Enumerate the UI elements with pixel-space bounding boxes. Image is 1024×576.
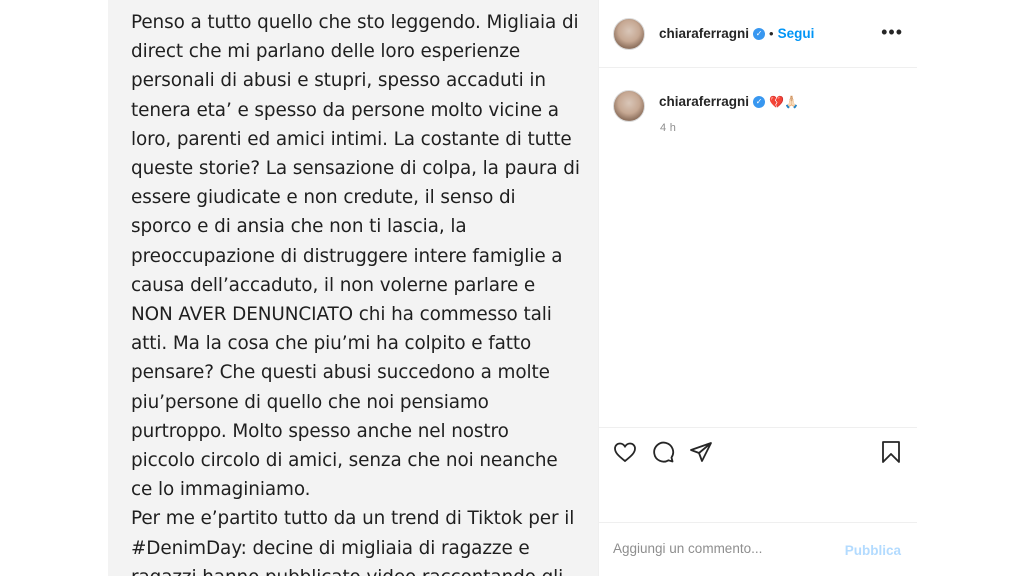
post-text-line: ce lo immaginiamo. bbox=[131, 479, 311, 501]
post-text-line: preoccupazione di distruggere intere fam… bbox=[131, 245, 563, 267]
post-image[interactable]: Penso a tutto quello che sto leggendo. M… bbox=[108, 0, 598, 576]
post-text-line: #DenimDay: decine di migliaia di ragazze… bbox=[131, 537, 530, 559]
post-text-line: queste storie? La sensazione di colpa, l… bbox=[131, 158, 580, 180]
post-text-line: atti. Ma la cosa che piu’mi ha colpito e… bbox=[131, 333, 532, 355]
post-text-line: Per me e’partito tutto da un trend di Ti… bbox=[131, 508, 575, 530]
comment-bar: Pubblica bbox=[599, 522, 917, 576]
bookmark-icon[interactable] bbox=[879, 440, 903, 464]
post-text-line: piccolo circolo di amici, senza che noi … bbox=[131, 450, 558, 472]
post-text-line: essere giudicate e non credute, il senso… bbox=[131, 187, 516, 209]
action-bar bbox=[599, 427, 917, 472]
post-text-line: ragazzi hanno pubblicato video raccontan… bbox=[131, 563, 571, 576]
share-icon[interactable] bbox=[689, 440, 713, 464]
post-side-panel: chiaraferragni ✓ • Segui ••• chiaraferra… bbox=[598, 0, 917, 576]
post-text-line: personali di abusi e stupri, spesso acca… bbox=[131, 70, 546, 92]
more-options-icon[interactable]: ••• bbox=[881, 23, 903, 41]
post-header: chiaraferragni ✓ • Segui ••• bbox=[599, 0, 917, 68]
header-username[interactable]: chiaraferragni bbox=[659, 26, 749, 41]
post-text-line: pensare? Che questi abusi succedono a mo… bbox=[131, 362, 550, 384]
caption-avatar[interactable] bbox=[613, 90, 645, 122]
caption-username[interactable]: chiaraferragni bbox=[659, 94, 749, 109]
publish-button[interactable]: Pubblica bbox=[845, 543, 901, 558]
verified-badge-icon: ✓ bbox=[753, 95, 766, 108]
post-text-line: NON AVER DENUNCIATO chi ha commesso tali bbox=[131, 304, 552, 326]
post-text-line: loro, parenti ed amici intimi. La costan… bbox=[131, 128, 572, 150]
post-text-line: tenera eta’ e spesso da persone molto vi… bbox=[131, 99, 559, 121]
comment-icon[interactable] bbox=[651, 440, 675, 464]
comment-input[interactable] bbox=[613, 541, 833, 556]
post-text: Penso a tutto quello che sto leggendo. M… bbox=[131, 8, 580, 576]
post-text-line: piu’persone di quello che noi pensiamo bbox=[131, 391, 489, 413]
post-text-line: causa dell’accaduto, il non volerne parl… bbox=[131, 274, 536, 296]
post-text-line: direct che mi parlano delle loro esperie… bbox=[131, 41, 521, 63]
post-text-line: Penso a tutto quello che sto leggendo. M… bbox=[131, 12, 579, 33]
heart-icon[interactable] bbox=[613, 440, 637, 464]
post-text-line: sporco e di ansia che non ti lascia, la bbox=[131, 216, 467, 238]
caption-emoji: 💔🙏🏻 bbox=[769, 94, 799, 109]
follow-button[interactable]: Segui bbox=[778, 26, 815, 41]
post-text-line: purtroppo. Molto spesso anche nel nostro bbox=[131, 420, 509, 442]
avatar[interactable] bbox=[613, 18, 645, 50]
post-timestamp[interactable]: 4 h bbox=[660, 122, 676, 134]
separator-dot: • bbox=[769, 26, 774, 41]
verified-badge-icon: ✓ bbox=[753, 27, 766, 40]
